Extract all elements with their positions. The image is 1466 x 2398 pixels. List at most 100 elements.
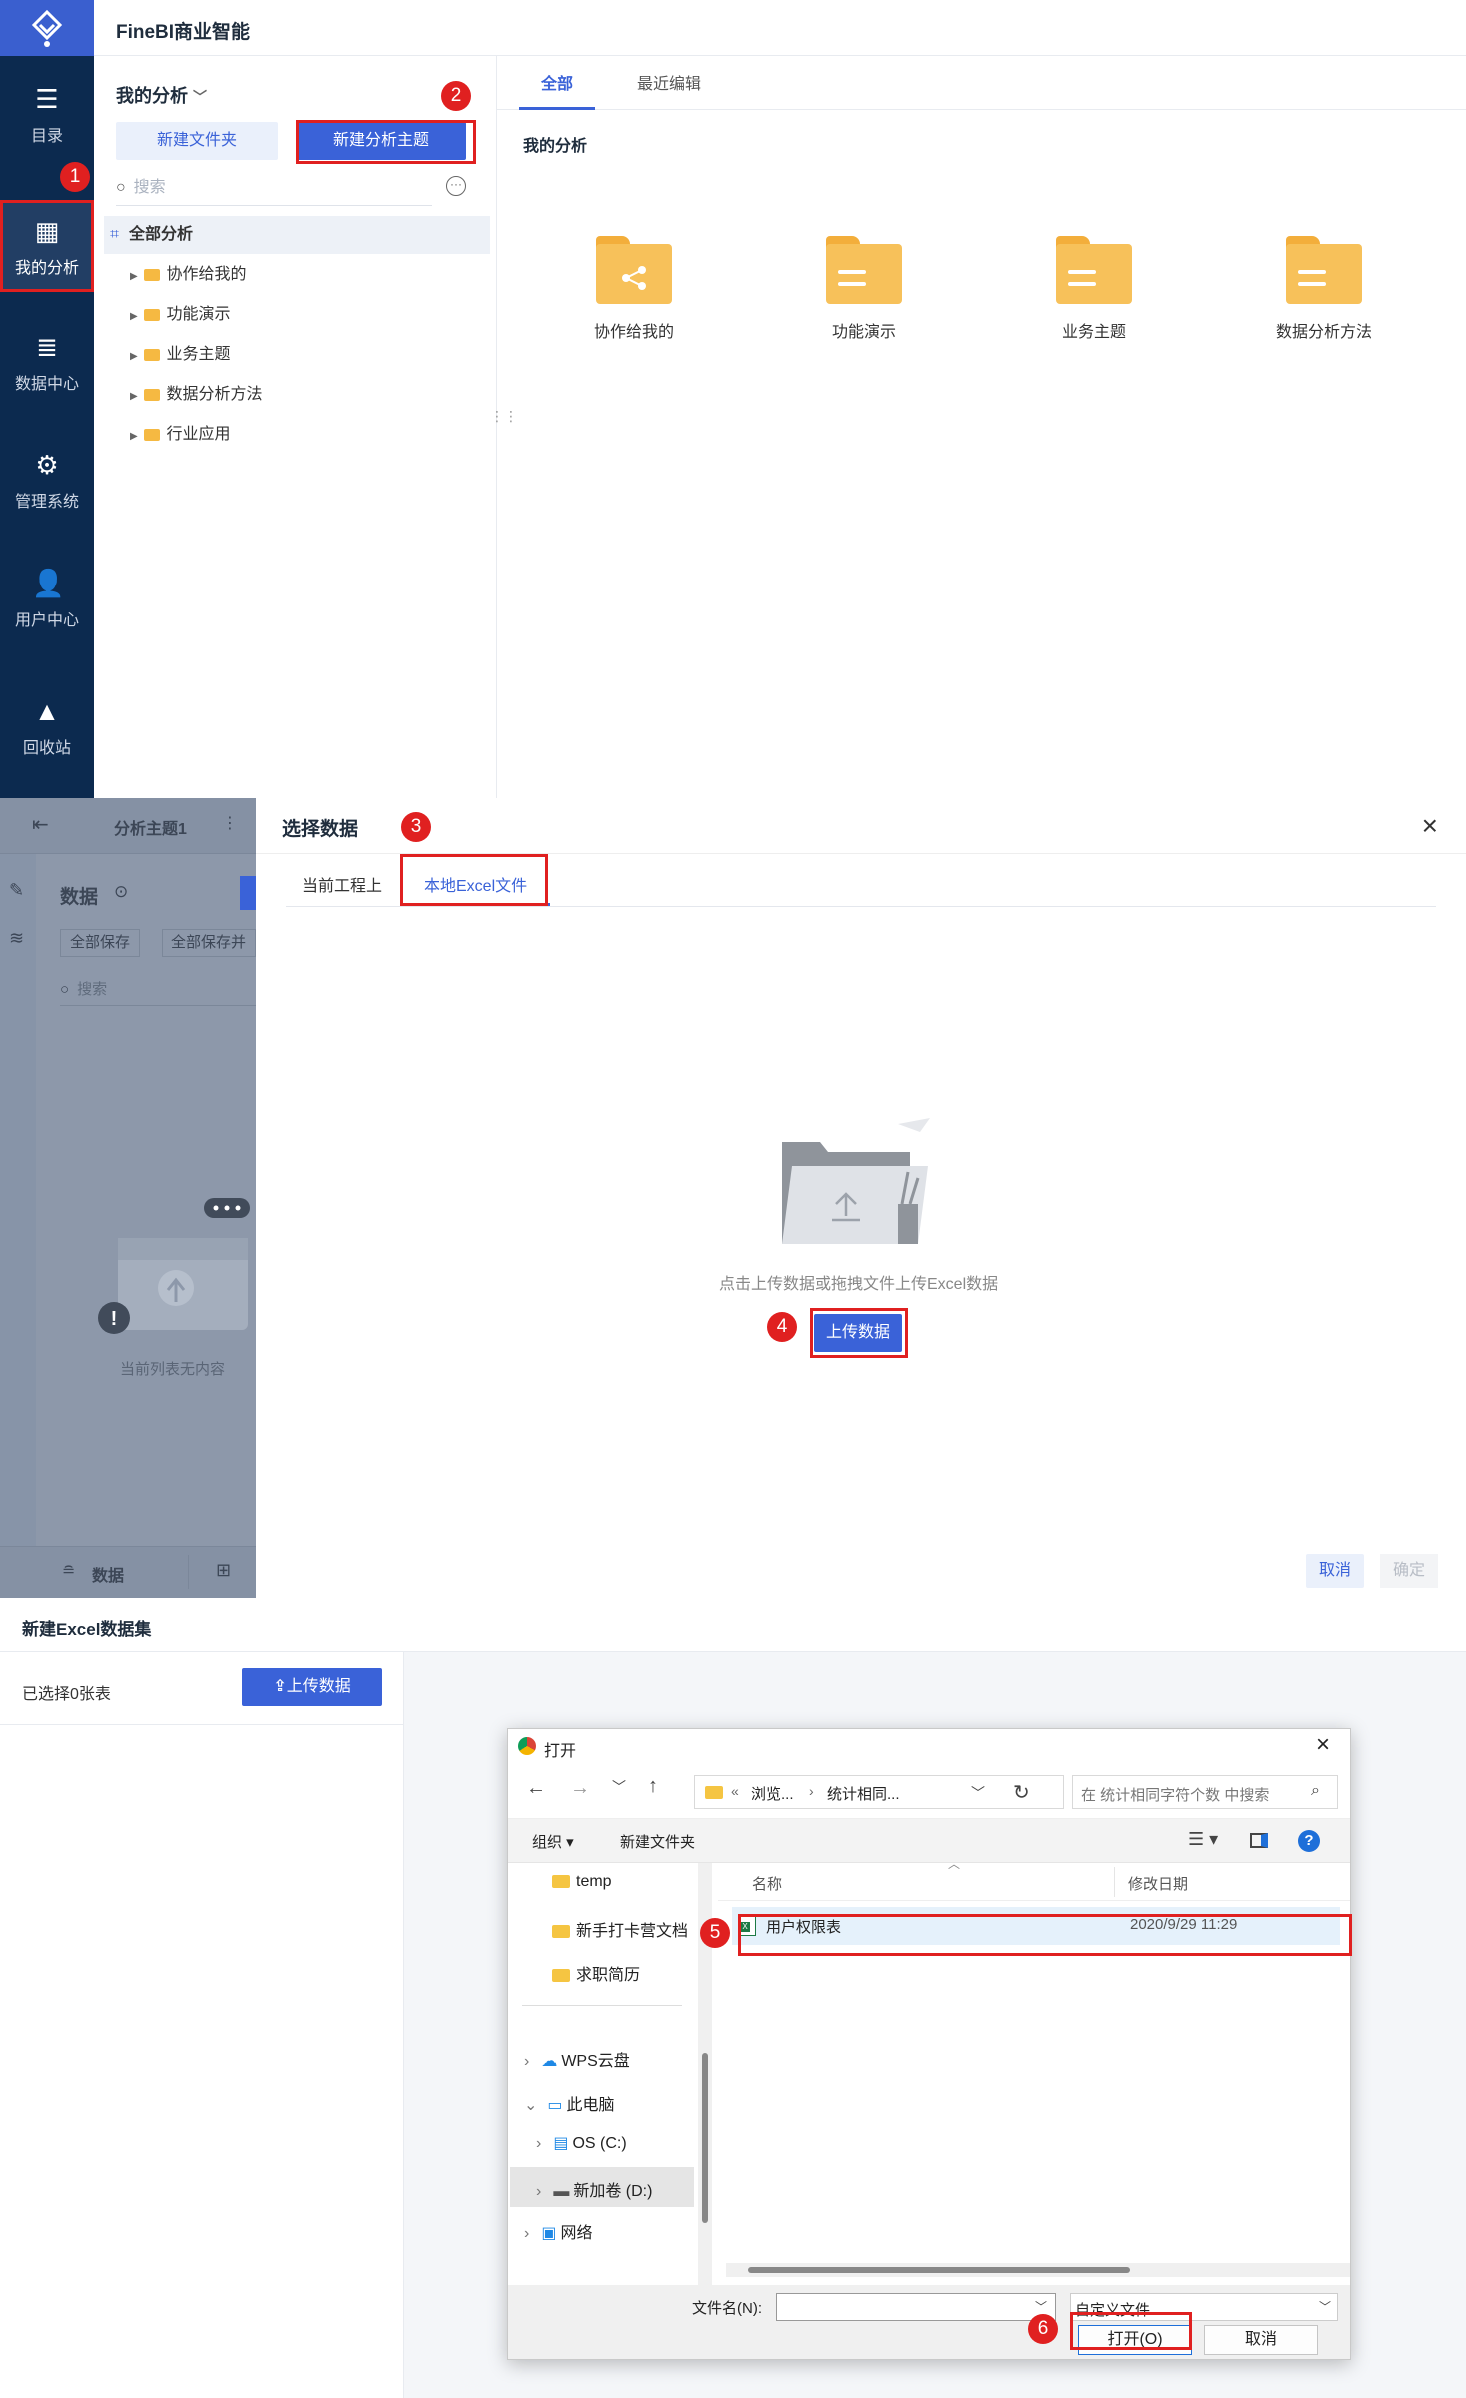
database-icon: ≘ xyxy=(62,1563,76,1580)
more-options-icon[interactable]: ··· xyxy=(446,176,466,196)
analysis-icon: ▦ xyxy=(34,216,60,246)
nav-item-network[interactable]: › ▣ 网络 xyxy=(524,2219,592,2243)
app-title: FineBI商业智能 xyxy=(116,22,251,43)
folder-icon xyxy=(144,308,161,321)
tree-item-label: 协作给我的 xyxy=(166,266,247,283)
save-all-button[interactable]: 全部保存 xyxy=(60,929,140,957)
nav-management[interactable]: ⚙ 管理系统 xyxy=(0,434,94,526)
win-cancel-button[interactable]: 取消 xyxy=(1204,2325,1318,2355)
path-dropdown-icon[interactable]: ﹀ xyxy=(971,1783,985,1803)
nav-catalog[interactable]: ☰ 目录 xyxy=(0,68,94,160)
database-icon: ≣ xyxy=(36,332,58,362)
new-folder-button[interactable]: 新建文件夹 xyxy=(116,122,278,160)
tree-item-label: 行业应用 xyxy=(166,426,231,443)
nav-user-center[interactable]: 👤 用户中心 xyxy=(0,552,94,644)
file-list-header: 名称 ︿ 修改日期 xyxy=(718,1857,1350,1901)
file-row-user-permission[interactable]: X 用户权限表 2020/9/29 11:29 xyxy=(732,1907,1340,1945)
nav-scrollbar-thumb[interactable] xyxy=(702,2053,708,2223)
analysis-tree-panel: 我的分析 ﹀ 新建文件夹 新建分析主题 ○ 搜索 ··· ⌗ 全部分析 ▶ 协作给我… xyxy=(94,56,518,798)
tree-root-label: 全部分析 xyxy=(129,226,194,243)
save-all-update-button[interactable]: 全部保存并 xyxy=(162,929,256,957)
organize-menu[interactable]: 组织 ▾ xyxy=(532,1831,574,1852)
back-arrow-icon[interactable]: ← xyxy=(526,1777,546,1800)
file-list-hscrollbar[interactable] xyxy=(726,2263,1350,2277)
nav-item-drive-d-selected[interactable]: › ▬ 新加卷 (D:) xyxy=(510,2167,694,2207)
tab-recent[interactable]: 最近编辑 xyxy=(637,70,701,94)
search-icon: ○ xyxy=(116,179,126,196)
filename-dropdown-icon[interactable]: ﹀ xyxy=(1035,2298,1047,2315)
path-segment-2[interactable]: 统计相同... xyxy=(827,1783,900,1804)
col-name-header[interactable]: 名称 xyxy=(752,1873,782,1894)
tree-item-methods[interactable]: ▶ 数据分析方法 xyxy=(130,376,520,414)
data-search-input[interactable]: ○ 搜索 xyxy=(60,974,256,1006)
nav-recycle[interactable]: ▲ 回收站 xyxy=(0,680,94,772)
folder-name: 功能演示 xyxy=(831,324,896,341)
path-box[interactable]: « 浏览... › 统计相同... ﹀ ↻ xyxy=(694,1775,1064,1809)
collapse-up-icon[interactable]: ⊙ xyxy=(114,882,128,902)
tab-current-project[interactable]: 当前工程上 xyxy=(302,872,382,896)
nav-item-temp[interactable]: temp xyxy=(552,1873,612,1891)
tree-item-business[interactable]: ▶ 业务主题 xyxy=(130,336,520,374)
nav-item-docs[interactable]: 新手打卡营文档 xyxy=(552,1917,688,1941)
divider xyxy=(522,2005,682,2006)
close-icon[interactable]: × xyxy=(1422,810,1438,842)
close-icon[interactable]: × xyxy=(1316,1731,1330,1759)
tree-root-all[interactable]: ⌗ 全部分析 xyxy=(104,216,490,254)
filename-input[interactable]: ﹀ xyxy=(776,2293,1056,2321)
topic-menu-icon[interactable]: ⋮ xyxy=(222,813,238,833)
help-icon[interactable]: ? xyxy=(1298,1830,1320,1852)
folder-card-demo[interactable]: 功能演示 xyxy=(789,236,939,342)
nav-item-resume[interactable]: 求职简历 xyxy=(552,1961,640,1985)
hscrollbar-thumb[interactable] xyxy=(748,2267,1130,2273)
step-badge-6: 6 xyxy=(1028,2314,1058,2344)
edit-icon[interactable]: ✎ xyxy=(9,880,24,901)
upload-data-button[interactable]: ⇪上传数据 xyxy=(242,1668,382,1706)
refresh-icon[interactable]: ↻ xyxy=(1013,1780,1030,1805)
new-topic-button[interactable]: 新建分析主题 xyxy=(296,122,466,160)
upload-icon: ⇪ xyxy=(273,1678,287,1695)
win-search-input[interactable]: 在 统计相同字符个数 中搜索 ⌕ xyxy=(1072,1775,1338,1809)
tree-header[interactable]: 我的分析 ﹀ xyxy=(116,82,207,108)
nav-item-this-pc[interactable]: ⌄ ▭ 此电脑 xyxy=(524,2091,615,2115)
empty-list-text: 当前列表无内容 xyxy=(120,1361,226,1378)
file-type-select[interactable]: 自定义文件 ﹀ xyxy=(1070,2293,1338,2321)
nav-data-center[interactable]: ≣ 数据中心 xyxy=(0,316,94,408)
col-date-header[interactable]: 修改日期 xyxy=(1128,1873,1188,1894)
nav-item-drive-c[interactable]: › ▤ OS (C:) xyxy=(536,2133,627,2153)
tab-local-excel[interactable]: 本地Excel文件 xyxy=(424,872,527,896)
exit-icon[interactable]: ⇤ xyxy=(32,812,49,837)
add-data-button-clipped[interactable] xyxy=(240,876,256,910)
view-options-icon[interactable]: ☰ ▾ xyxy=(1188,1829,1218,1850)
tab-all[interactable]: 全部 xyxy=(541,70,573,94)
forward-arrow-icon[interactable]: → xyxy=(570,1777,590,1800)
file-open-dialog: 打开 × ← → ﹀ ↑ « 浏览... › 统计相同... ﹀ ↻ 在 统计相… xyxy=(507,1728,1351,2360)
tree-item-demo[interactable]: ▶ 功能演示 xyxy=(130,296,520,334)
file-type-dropdown-icon[interactable]: ﹀ xyxy=(1319,2298,1331,2315)
history-chevron-icon[interactable]: ﹀ xyxy=(612,1777,626,1797)
up-arrow-icon[interactable]: ↑ xyxy=(648,1775,658,1798)
open-button[interactable]: 打开(O) xyxy=(1078,2325,1192,2355)
add-component-icon[interactable]: ⊞ xyxy=(216,1560,231,1581)
nav-my-analysis[interactable]: ▦ 我的分析 xyxy=(0,200,94,292)
cancel-button[interactable]: 取消 xyxy=(1306,1554,1364,1588)
folder-card-methods[interactable]: 数据分析方法 xyxy=(1249,236,1399,342)
tab-divider xyxy=(286,906,1436,907)
upload-data-button[interactable]: 上传数据 xyxy=(814,1314,902,1352)
tree-search-input[interactable]: ○ 搜索 xyxy=(116,170,432,206)
tree-item-industry[interactable]: ▶ 行业应用 xyxy=(130,416,520,454)
search-placeholder: 搜索 xyxy=(133,179,166,196)
new-folder-button[interactable]: 新建文件夹 xyxy=(620,1831,695,1852)
path-segment-1[interactable]: 浏览... xyxy=(751,1783,794,1804)
folder-card-business[interactable]: 业务主题 xyxy=(1019,236,1169,342)
folder-card-shared[interactable]: 协作给我的 xyxy=(559,236,709,342)
bottom-data-tab[interactable]: 数据 xyxy=(92,1562,124,1586)
preview-pane-icon[interactable] xyxy=(1250,1833,1268,1848)
nav-item-wps-cloud[interactable]: › ☁ WPS云盘 xyxy=(524,2047,630,2071)
tree-item-shared[interactable]: ▶ 协作给我的 xyxy=(130,256,520,294)
nav-item-label: temp xyxy=(576,1873,612,1890)
column-divider[interactable] xyxy=(1114,1867,1115,1897)
win-title-bar: 打开 × xyxy=(508,1729,1350,1763)
finebi-logo[interactable] xyxy=(0,0,94,56)
filter-icon[interactable]: ≋ xyxy=(9,928,24,949)
svg-text:!: ! xyxy=(111,1308,118,1330)
